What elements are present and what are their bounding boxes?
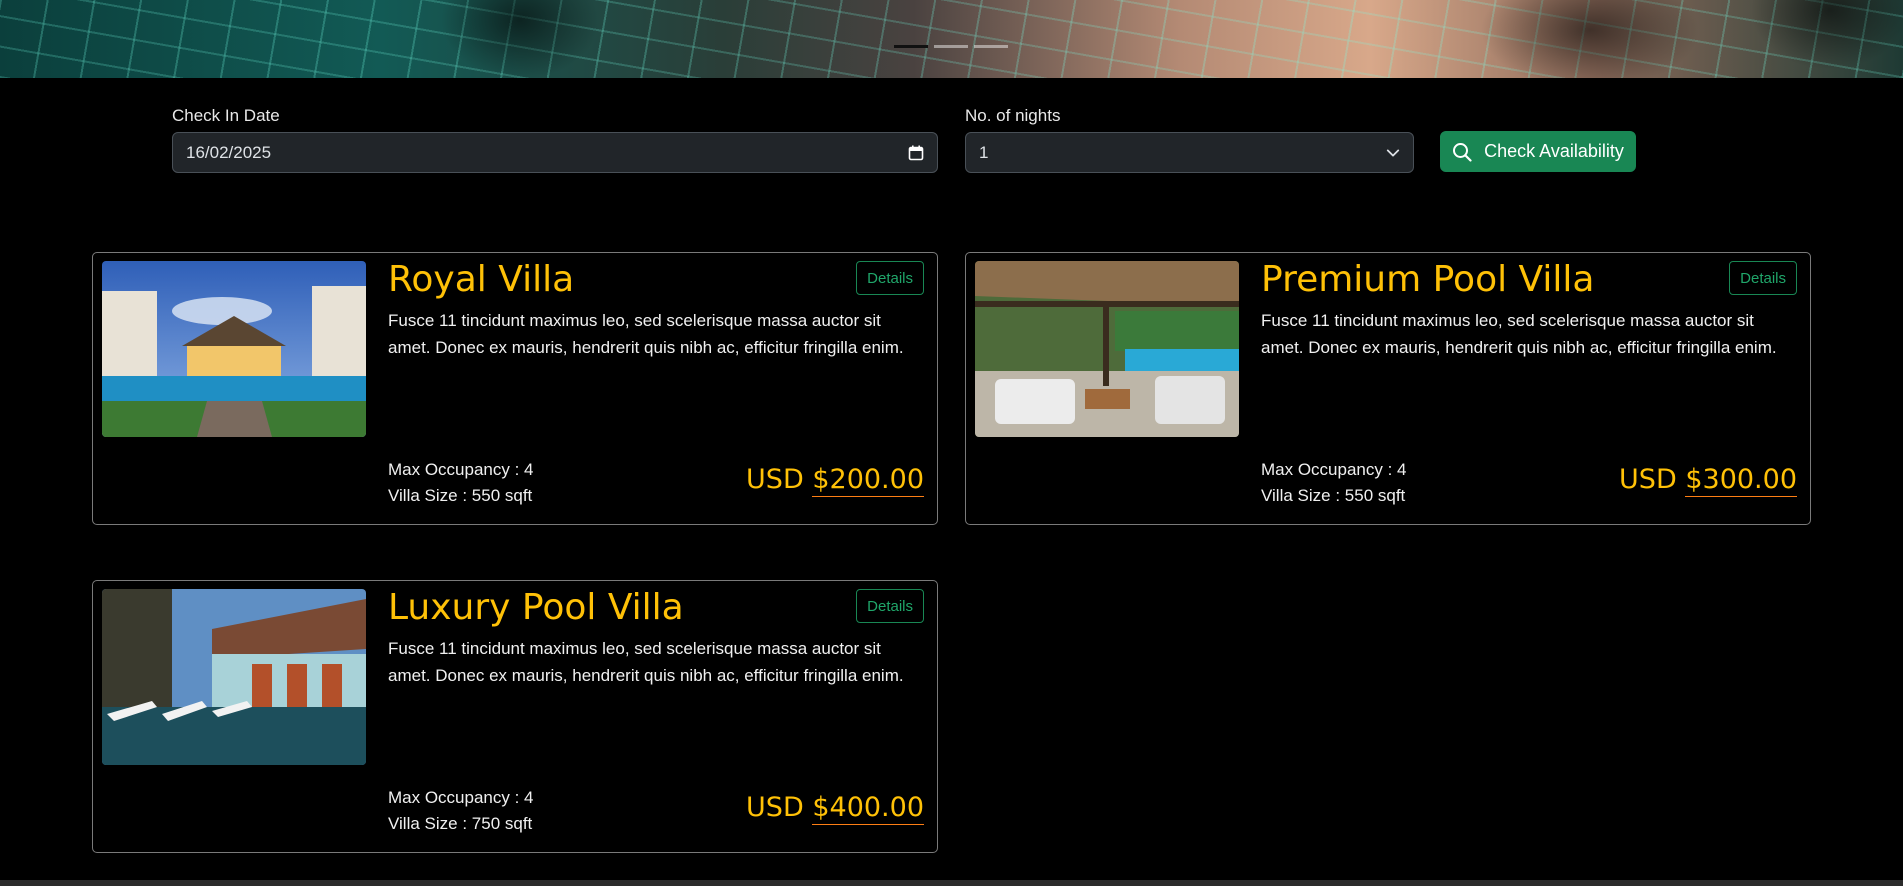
max-occupancy: Max Occupancy : 4 xyxy=(388,788,534,807)
villa-specs: Max Occupancy : 4 Villa Size : 550 sqft xyxy=(1261,457,1407,509)
nights-select[interactable]: 1 xyxy=(965,132,1414,173)
price-currency: USD xyxy=(1619,464,1677,495)
villa-image xyxy=(102,589,366,765)
villa-image xyxy=(102,261,366,437)
villa-card: Premium Pool Villa Details Fusce 11 tinc… xyxy=(965,252,1811,525)
carousel-indicators xyxy=(894,45,1008,48)
palm-shadow xyxy=(1480,0,1700,78)
villa-size: Villa Size : 550 sqft xyxy=(1261,486,1406,505)
villa-title: Premium Pool Villa xyxy=(1261,259,1595,300)
carousel-indicator-1[interactable] xyxy=(894,45,928,48)
details-button[interactable]: Details xyxy=(856,589,924,623)
max-occupancy: Max Occupancy : 4 xyxy=(1261,460,1407,479)
hero-banner xyxy=(0,0,1903,78)
villa-title: Luxury Pool Villa xyxy=(388,587,684,628)
price-currency: USD xyxy=(746,792,804,823)
search-icon xyxy=(1453,142,1472,162)
price-currency: USD xyxy=(746,464,804,495)
max-occupancy: Max Occupancy : 4 xyxy=(388,460,534,479)
villa-title: Royal Villa xyxy=(388,259,575,300)
checkin-label: Check In Date xyxy=(172,106,280,125)
check-availability-button[interactable]: Check Availability xyxy=(1440,131,1636,172)
nights-group: No. of nights 1 xyxy=(965,106,1414,173)
details-button[interactable]: Details xyxy=(856,261,924,295)
carousel-indicator-3[interactable] xyxy=(974,45,1008,48)
villa-description: Fusce 11 tincidunt maximus leo, sed scel… xyxy=(388,639,904,685)
nights-label: No. of nights xyxy=(965,106,1061,125)
price-amount: $200.00 xyxy=(812,464,924,497)
villa-price: USD $400.00 xyxy=(746,792,924,825)
checkin-date-value: 16/02/2025 xyxy=(186,142,272,162)
carousel-indicator-2[interactable] xyxy=(934,45,968,48)
checkin-group: Check In Date 16/02/2025 xyxy=(172,106,938,173)
price-amount: $300.00 xyxy=(1685,464,1797,497)
villa-card: Luxury Pool Villa Details Fusce 11 tinci… xyxy=(92,580,938,853)
villa-specs: Max Occupancy : 4 Villa Size : 550 sqft xyxy=(388,457,534,509)
calendar-icon[interactable] xyxy=(908,145,924,161)
villa-description: Fusce 11 tincidunt maximus leo, sed scel… xyxy=(1261,311,1777,357)
villa-description: Fusce 11 tincidunt maximus leo, sed scel… xyxy=(388,311,904,357)
details-button[interactable]: Details xyxy=(1729,261,1797,295)
villa-size: Villa Size : 750 sqft xyxy=(388,814,533,833)
villa-price: USD $200.00 xyxy=(746,464,924,497)
price-amount: $400.00 xyxy=(812,792,924,825)
villa-image xyxy=(975,261,1239,437)
villa-card: Royal Villa Details Fusce 11 tincidunt m… xyxy=(92,252,938,525)
page-bottom-strip xyxy=(0,880,1903,886)
villa-price: USD $300.00 xyxy=(1619,464,1797,497)
checkin-date-input[interactable]: 16/02/2025 xyxy=(172,132,938,173)
villa-size: Villa Size : 550 sqft xyxy=(388,486,533,505)
nights-selected-value: 1 xyxy=(979,142,989,162)
chevron-down-icon xyxy=(1386,149,1400,156)
villa-specs: Max Occupancy : 4 Villa Size : 750 sqft xyxy=(388,785,534,837)
check-availability-label: Check Availability xyxy=(1484,141,1624,161)
